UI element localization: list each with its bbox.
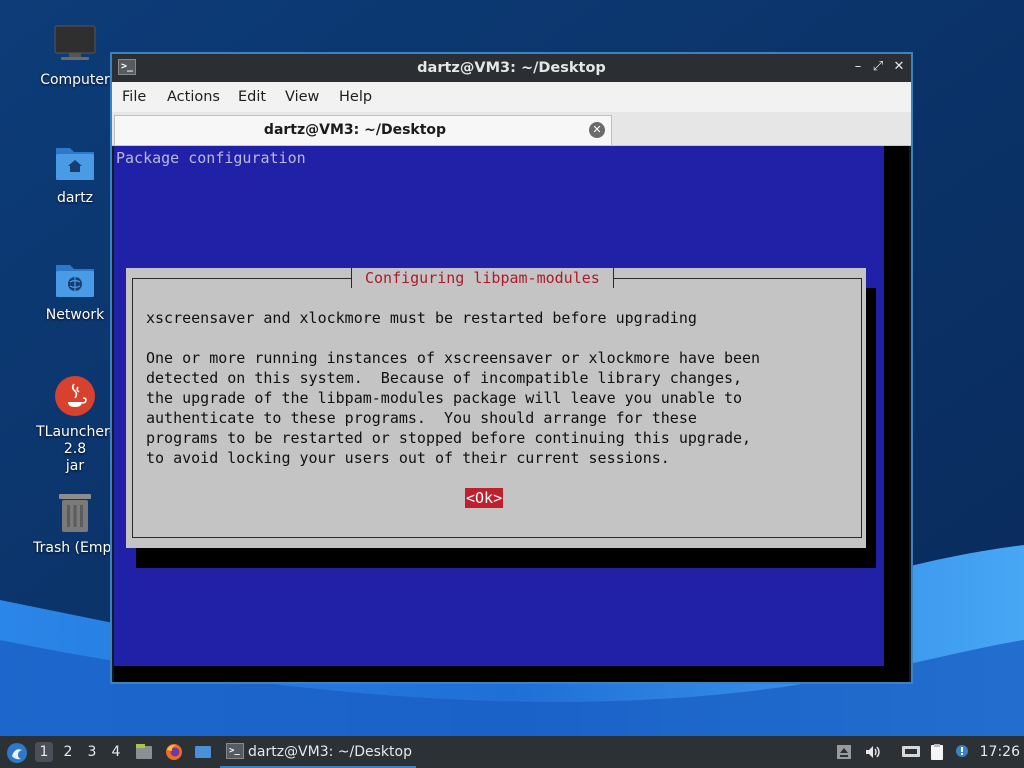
minimize-button[interactable]: – bbox=[850, 59, 866, 75]
menu-view[interactable]: View bbox=[285, 89, 319, 105]
dialog-title: Configuring libpam-modules bbox=[351, 268, 614, 288]
monitor-icon bbox=[53, 22, 97, 66]
tab-close-icon[interactable]: ✕ bbox=[589, 122, 605, 138]
tab-terminal[interactable]: dartz@VM3: ~/Desktop ✕ bbox=[114, 115, 612, 145]
menu-actions[interactable]: Actions bbox=[167, 89, 220, 105]
menu-help[interactable]: Help bbox=[339, 89, 372, 105]
clock[interactable]: 17:26 bbox=[980, 744, 1020, 760]
network-folder-icon bbox=[53, 257, 97, 301]
firefox-icon[interactable] bbox=[165, 743, 183, 761]
close-button[interactable]: ✕ bbox=[891, 59, 907, 75]
tab-label: dartz@VM3: ~/Desktop bbox=[263, 122, 447, 138]
package-configuration-header: Package configuration bbox=[116, 149, 306, 167]
home-folder-icon bbox=[53, 140, 97, 184]
workspace-1[interactable]: 1 bbox=[35, 742, 53, 762]
taskbar-task-label: dartz@VM3: ~/Desktop bbox=[248, 744, 412, 760]
terminal-icon: >_ bbox=[226, 743, 244, 759]
ok-button[interactable]: <Ok> bbox=[465, 488, 504, 508]
clipboard-icon[interactable] bbox=[928, 743, 946, 761]
terminal-content[interactable]: Package configuration Configuring libpam… bbox=[114, 146, 909, 682]
file-manager-icon[interactable] bbox=[135, 743, 153, 761]
window-titlebar[interactable]: >_ dartz@VM3: ~/Desktop – ⤢ ✕ bbox=[112, 54, 911, 82]
menubar: File Actions Edit View Help bbox=[112, 82, 911, 112]
trash-icon bbox=[53, 490, 97, 534]
window-title: dartz@VM3: ~/Desktop bbox=[417, 60, 606, 76]
java-icon bbox=[53, 374, 97, 418]
volume-icon[interactable] bbox=[864, 743, 882, 761]
menu-file[interactable]: File bbox=[122, 89, 146, 105]
workspace-2[interactable]: 2 bbox=[59, 744, 77, 760]
workspace-4[interactable]: 4 bbox=[107, 744, 125, 760]
workspace-3[interactable]: 3 bbox=[83, 744, 101, 760]
configuration-dialog: Configuring libpam-modules xscreensaver … bbox=[126, 268, 866, 548]
maximize-button[interactable]: ⤢ bbox=[870, 59, 886, 75]
terminal-window[interactable]: >_ dartz@VM3: ~/Desktop – ⤢ ✕ File Actio… bbox=[110, 52, 913, 684]
taskbar-terminal-button[interactable]: >_ dartz@VM3: ~/Desktop bbox=[220, 737, 416, 768]
start-menu-icon[interactable] bbox=[6, 742, 28, 764]
update-notifier-icon[interactable] bbox=[954, 743, 972, 761]
tab-bar: dartz@VM3: ~/Desktop ✕ bbox=[112, 112, 911, 146]
dialog-message: xscreensaver and xlockmore must be resta… bbox=[146, 309, 761, 467]
eject-icon[interactable] bbox=[835, 743, 853, 761]
show-desktop-icon[interactable] bbox=[194, 743, 212, 761]
taskbar: 1 2 3 4 >_ dartz@VM3: ~/Desktop 17:26 bbox=[0, 736, 1024, 768]
menu-edit[interactable]: Edit bbox=[238, 89, 266, 105]
network-icon[interactable] bbox=[901, 743, 920, 761]
